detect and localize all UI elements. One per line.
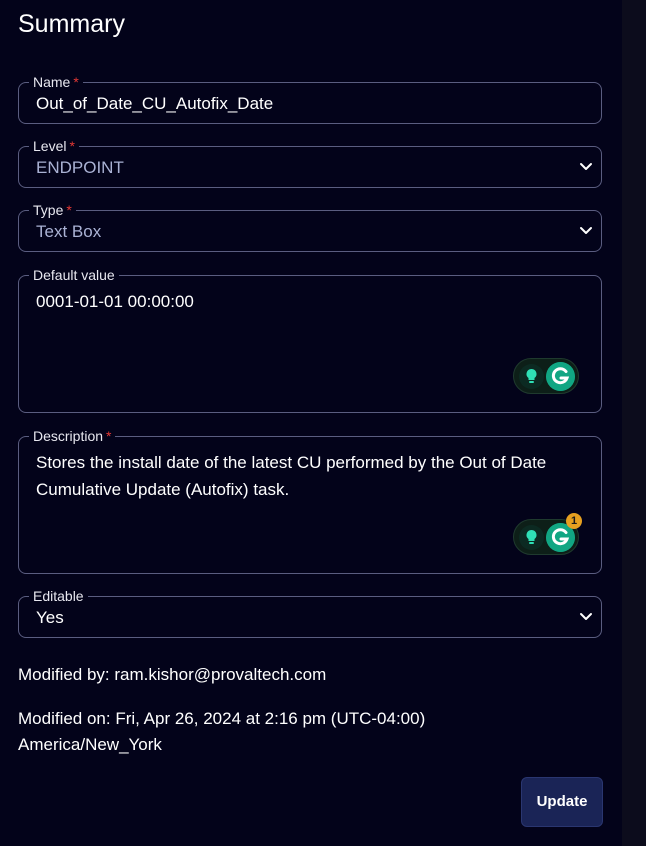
level-select[interactable]: Level * ENDPOINT — [18, 138, 602, 188]
editable-select[interactable]: Editable Yes — [18, 588, 602, 638]
lightbulb-icon[interactable] — [519, 364, 544, 389]
description-field[interactable]: Description * Stores the install date of … — [18, 428, 602, 574]
type-value: Text Box — [36, 222, 102, 241]
summary-panel: Summary Name * Out_of_Date_CU_Autofix_Dat… — [0, 0, 646, 846]
grammarly-widget[interactable]: 1 — [513, 513, 582, 555]
required-mark: * — [69, 138, 75, 154]
default-value-textarea[interactable]: 0001-01-01 00:00:00 — [36, 288, 577, 315]
level-value: ENDPOINT — [36, 158, 124, 177]
level-label: Level * — [29, 138, 79, 154]
modified-on-text: Modified on: Fri, Apr 26, 2024 at 2:16 p… — [18, 709, 426, 728]
editable-label: Editable — [29, 588, 88, 604]
chevron-down-icon[interactable] — [579, 609, 593, 623]
default-value-label: Default value — [29, 267, 119, 283]
required-mark: * — [73, 74, 79, 90]
editable-value: Yes — [36, 608, 64, 627]
description-textarea[interactable]: Stores the install date of the latest CU… — [36, 449, 577, 503]
type-label: Type * — [29, 202, 76, 218]
name-input[interactable]: Out_of_Date_CU_Autofix_Date — [36, 94, 273, 114]
required-mark: * — [66, 202, 72, 218]
name-field[interactable]: Name * Out_of_Date_CU_Autofix_Date — [18, 74, 602, 124]
suggestion-count-badge: 1 — [566, 513, 582, 529]
modified-on-timezone: America/New_York — [18, 735, 162, 754]
grammarly-icon[interactable] — [546, 362, 575, 391]
lightbulb-icon[interactable] — [519, 525, 544, 550]
chevron-down-icon[interactable] — [579, 223, 593, 237]
type-select[interactable]: Type * Text Box — [18, 202, 602, 252]
update-button[interactable]: Update — [521, 777, 603, 827]
description-label: Description * — [29, 428, 116, 444]
modified-by-text: Modified by: ram.kishor@provaltech.com — [18, 665, 327, 684]
required-mark: * — [106, 428, 112, 444]
name-label: Name * — [29, 74, 83, 90]
grammarly-widget[interactable] — [513, 358, 579, 394]
chevron-down-icon[interactable] — [579, 159, 593, 173]
page-title: Summary — [18, 10, 125, 38]
default-value-field[interactable]: Default value 0001-01-01 00:00:00 — [18, 267, 602, 413]
scroll-gutter — [622, 0, 646, 846]
